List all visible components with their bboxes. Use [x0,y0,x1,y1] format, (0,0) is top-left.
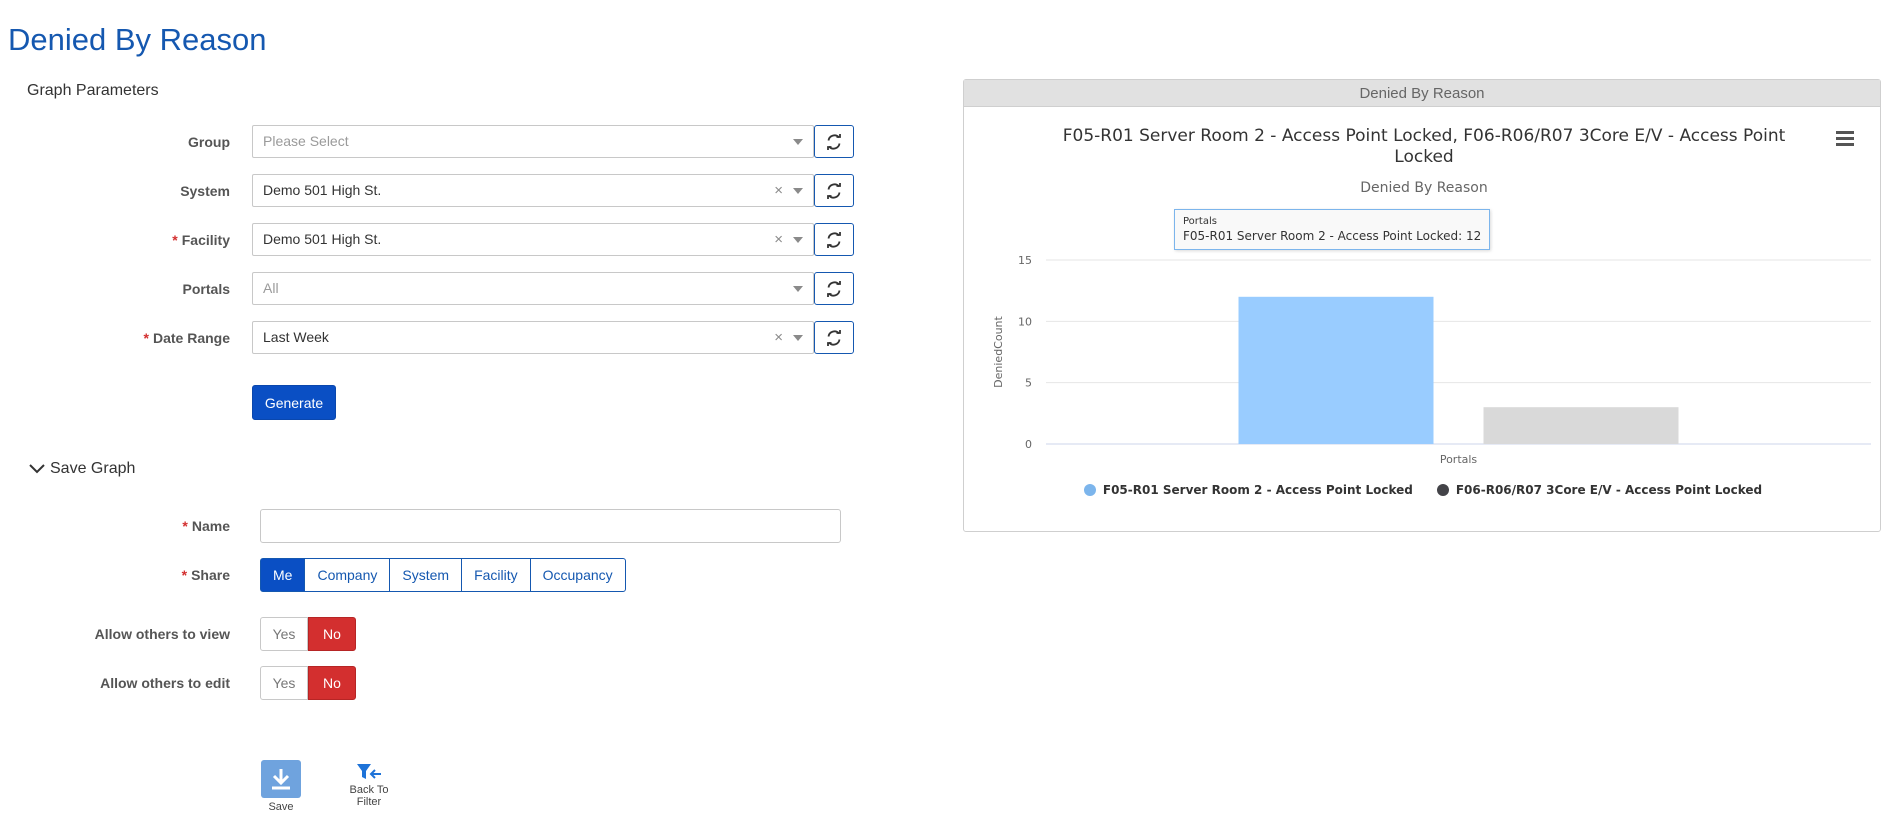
legend-item[interactable]: F06-R06/R07 3Core E/V - Access Point Loc… [1436,483,1763,497]
legend-marker [1083,484,1096,496]
facility-select-value: Demo 501 High St. [263,231,382,247]
save-label: Save [268,801,294,813]
portals-refresh-button[interactable] [814,272,854,305]
required-marker: * [143,330,149,346]
back-to-filter-label: Back To Filter [349,784,389,808]
graph-parameters-heading: Graph Parameters [27,82,159,99]
generate-button[interactable]: Generate [252,385,336,420]
portals-label: Portals [182,281,230,297]
portals-select-value: All [263,280,279,296]
required-marker: * [181,567,188,583]
clear-icon[interactable]: × [774,322,783,353]
date-range-refresh-button[interactable] [814,321,854,354]
clear-icon[interactable]: × [774,224,783,255]
clear-icon[interactable]: × [774,175,783,206]
y-tick-label: 5 [1025,377,1032,390]
save-graph-heading: Save Graph [50,460,136,477]
facility-refresh-button[interactable] [814,223,854,256]
group-select[interactable]: Please Select [252,125,814,158]
allow-edit-yes[interactable]: Yes [260,666,308,700]
system-refresh-button[interactable] [814,174,854,207]
share-option-system[interactable]: System [389,558,463,592]
refresh-icon [827,182,841,199]
portals-row: Portals [0,272,230,306]
share-toggle-group: Me Company System Facility Occupancy [260,558,626,592]
allow-edit-label: Allow others to edit [100,675,230,691]
share-option-me[interactable]: Me [260,558,306,592]
name-row: * Name [0,509,230,543]
facility-row: * Facility [0,223,230,257]
back-to-filter-button[interactable]: Back To Filter [344,763,394,808]
date-range-label: * Date Range [143,330,230,346]
share-option-facility[interactable]: Facility [461,558,531,592]
system-label: System [180,183,230,199]
legend-marker [1436,484,1449,496]
date-range-select[interactable]: Last Week × [252,321,814,354]
allow-view-row: Allow others to view [0,617,230,651]
system-select-value: Demo 501 High St. [263,182,382,198]
x-tick-label: Portals [1440,453,1478,466]
legend-label: F06-R06/R07 3Core E/V - Access Point Loc… [1455,483,1763,497]
allow-view-label: Allow others to view [94,626,230,642]
share-option-company[interactable]: Company [304,558,391,592]
chart-panel-header: Denied By Reason [964,80,1880,107]
chevron-down-icon [793,139,803,145]
chevron-down-icon [793,286,803,292]
allow-edit-toggle: Yes No [260,666,356,700]
y-tick-label: 15 [1018,254,1032,267]
system-select[interactable]: Demo 501 High St. × [252,174,814,207]
name-label: * Name [182,518,230,534]
allow-view-toggle: Yes No [260,617,356,651]
save-graph-toggle[interactable]: Save Graph [28,460,135,478]
allow-edit-no[interactable]: No [308,666,356,700]
facility-select[interactable]: Demo 501 High St. × [252,223,814,256]
download-icon [261,760,301,798]
refresh-icon [827,329,841,346]
allow-view-yes[interactable]: Yes [260,617,308,651]
date-range-select-value: Last Week [263,329,329,345]
chart-tooltip: Portals F05-R01 Server Room 2 - Access P… [1174,209,1491,250]
chevron-down-icon [29,464,45,474]
tooltip-header: Portals [1183,216,1217,227]
required-marker: * [172,232,178,248]
legend-item[interactable]: F05-R01 Server Room 2 - Access Point Loc… [1083,483,1413,497]
portals-select[interactable]: All [252,272,814,305]
y-axis-title: DeniedCount [992,315,1005,387]
tooltip-text: F05-R01 Server Room 2 - Access Point Loc… [1183,229,1482,243]
bar [1238,296,1434,444]
allow-view-no[interactable]: No [308,617,356,651]
name-input[interactable] [260,509,841,543]
refresh-icon [827,280,841,297]
filter-back-icon [357,764,381,779]
group-refresh-button[interactable] [814,125,854,158]
system-row: System [0,174,230,208]
group-row: Group [0,125,230,159]
legend-label: F05-R01 Server Room 2 - Access Point Loc… [1102,483,1413,497]
chart-legend: F05-R01 Server Room 2 - Access Point Loc… [964,483,1882,497]
page-title: Denied By Reason [8,22,267,57]
refresh-icon [827,231,841,248]
y-tick-label: 10 [1018,315,1032,328]
group-select-value: Please Select [263,133,349,149]
share-row: * Share [0,558,230,592]
required-marker: * [182,518,188,534]
allow-edit-row: Allow others to edit [0,666,230,700]
refresh-icon [827,133,841,150]
save-graph-button[interactable]: Save [260,760,302,813]
date-range-row: * Date Range [0,321,230,355]
facility-label: * Facility [172,232,230,248]
chevron-down-icon [793,237,803,243]
y-tick-label: 0 [1025,438,1032,451]
bar [1483,407,1679,444]
bar-chart: 0 5 10 15 DeniedCount Portals [992,254,1871,466]
chevron-down-icon [793,335,803,341]
chart-panel: Denied By Reason F05-R01 Server Room 2 -… [963,79,1881,532]
share-option-occupancy[interactable]: Occupancy [529,558,626,592]
chevron-down-icon [793,188,803,194]
share-label: * Share [181,567,230,583]
group-label: Group [188,134,230,150]
